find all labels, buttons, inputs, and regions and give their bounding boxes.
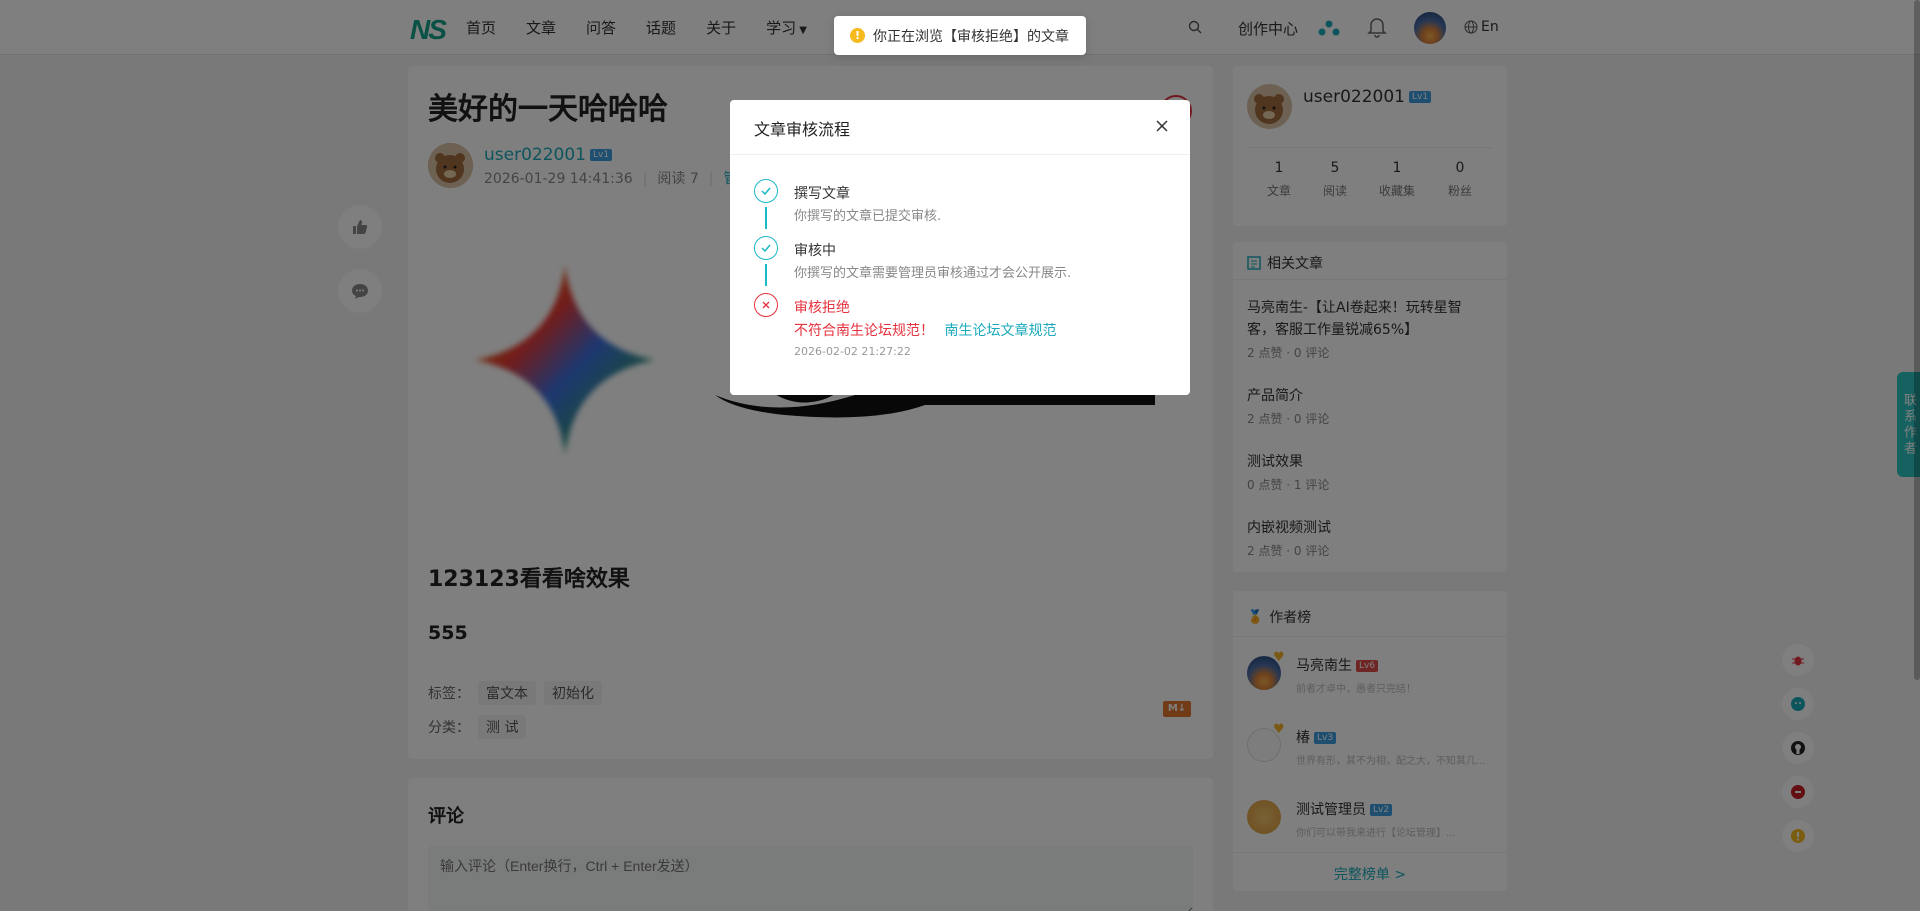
review-process-modal: 文章审核流程 撰写文章 你撰写的文章已提交审核. 审核中 你撰写的文章需要管理员…	[730, 100, 1190, 395]
rules-link[interactable]: 南生论坛文章规范	[944, 323, 1056, 339]
rejection-reason: 不符合南生论坛规范！	[794, 323, 934, 339]
close-icon[interactable]	[1154, 118, 1170, 134]
step-title: 撰写文章	[794, 186, 850, 202]
page-scrollbar[interactable]	[1914, 0, 1920, 680]
status-toast: ! 你正在浏览【审核拒绝】的文章	[834, 16, 1086, 55]
check-circle-icon	[754, 179, 778, 203]
step-desc: 你撰写的文章需要管理员审核通过才会公开展示.	[794, 266, 1072, 281]
error-circle-icon	[754, 293, 778, 317]
rejection-time: 2026-02-02 21:27:22	[794, 345, 911, 358]
timeline-connector	[765, 264, 767, 286]
step-title: 审核拒绝	[794, 300, 850, 316]
modal-divider	[730, 154, 1190, 155]
toast-text: 你正在浏览【审核拒绝】的文章	[873, 28, 1069, 45]
modal-title: 文章审核流程	[754, 120, 851, 139]
step-desc: 你撰写的文章已提交审核.	[794, 209, 942, 224]
timeline-connector	[765, 207, 767, 229]
step-title: 审核中	[794, 243, 836, 259]
warning-icon: !	[850, 28, 865, 43]
rejection-reason-row: 不符合南生论坛规范！ 南生论坛文章规范	[794, 320, 1056, 340]
check-circle-icon	[754, 236, 778, 260]
